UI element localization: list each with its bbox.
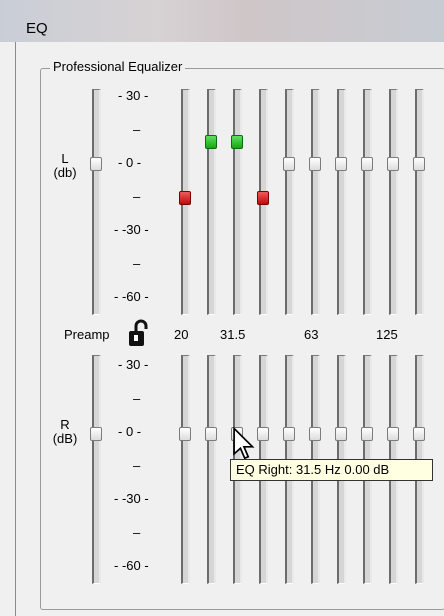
frequency-label: 31.5: [220, 327, 246, 342]
tick-label: –: [133, 524, 141, 540]
frequency-label: 63: [304, 327, 319, 342]
mouse-pointer-icon: [233, 427, 255, 460]
tick-label: –: [133, 457, 141, 473]
tick-label: –: [133, 121, 141, 137]
tick-label: - -30 -: [114, 222, 149, 237]
left-band-0-track[interactable]: [92, 89, 101, 315]
left-band-9-thumb[interactable]: [387, 157, 399, 171]
left-band-6-track[interactable]: [311, 89, 320, 315]
tick-label: –: [133, 255, 141, 271]
right-band-1-track[interactable]: [181, 355, 190, 584]
left-band-7-thumb[interactable]: [335, 157, 347, 171]
right-channel-letter: R: [60, 417, 70, 432]
tick-label: –: [133, 188, 141, 204]
tick-label: - -60 -: [114, 558, 149, 573]
left-band-0-thumb[interactable]: [90, 157, 102, 171]
window-title: EQ: [26, 20, 48, 37]
left-band-3-thumb[interactable]: [231, 134, 243, 149]
left-band-5-thumb[interactable]: [283, 157, 295, 171]
tick-label: - 0 -: [118, 424, 142, 439]
right-band-2-thumb[interactable]: [205, 427, 217, 441]
right-band-9-thumb[interactable]: [387, 427, 399, 441]
right-band-0-thumb[interactable]: [90, 427, 102, 441]
right-band-5-thumb[interactable]: [283, 427, 295, 441]
left-band-9-track[interactable]: [389, 89, 398, 315]
left-channel-letter: L: [61, 151, 69, 166]
right-band-2-track[interactable]: [207, 355, 216, 584]
tick-label: - -30 -: [114, 491, 149, 506]
left-band-8-track[interactable]: [363, 89, 372, 315]
left-band-7-track[interactable]: [337, 89, 346, 315]
tick-label: –: [133, 390, 141, 406]
tick-label: - -60 -: [114, 289, 149, 304]
left-band-6-thumb[interactable]: [309, 157, 321, 171]
unlock-icon[interactable]: [128, 318, 150, 350]
tick-label: - 30 -: [118, 357, 149, 372]
group-title: Professional Equalizer: [50, 59, 186, 74]
title-bar: [0, 0, 444, 42]
tooltip: EQ Right: 31.5 Hz 0.00 dB: [230, 459, 433, 481]
left-band-4-thumb[interactable]: [257, 190, 269, 205]
left-band-2-track[interactable]: [207, 89, 216, 315]
tick-label: - 30 -: [118, 88, 149, 103]
left-band-8-thumb[interactable]: [361, 157, 373, 171]
right-band-4-thumb[interactable]: [257, 427, 269, 441]
right-band-7-thumb[interactable]: [335, 427, 347, 441]
right-band-0-track[interactable]: [92, 355, 101, 584]
left-band-1-thumb[interactable]: [179, 190, 191, 205]
preamp-label: Preamp: [64, 327, 110, 342]
left-band-3-track[interactable]: [233, 89, 242, 315]
right-band-1-thumb[interactable]: [179, 427, 191, 441]
right-band-10-thumb[interactable]: [413, 427, 425, 441]
tick-label: - 0 -: [118, 155, 142, 170]
left-band-5-track[interactable]: [285, 89, 294, 315]
right-band-6-thumb[interactable]: [309, 427, 321, 441]
left-band-2-thumb[interactable]: [205, 134, 217, 149]
left-band-10-thumb[interactable]: [413, 157, 425, 171]
right-channel-label: R (dB): [50, 418, 80, 446]
frequency-label: 125: [376, 327, 398, 342]
left-channel-label: L (db): [50, 152, 80, 180]
right-band-8-thumb[interactable]: [361, 427, 373, 441]
frequency-label: 20: [174, 327, 189, 342]
right-channel-unit: (dB): [52, 431, 78, 446]
left-channel-unit: (db): [53, 165, 77, 180]
left-band-10-track[interactable]: [415, 89, 424, 315]
